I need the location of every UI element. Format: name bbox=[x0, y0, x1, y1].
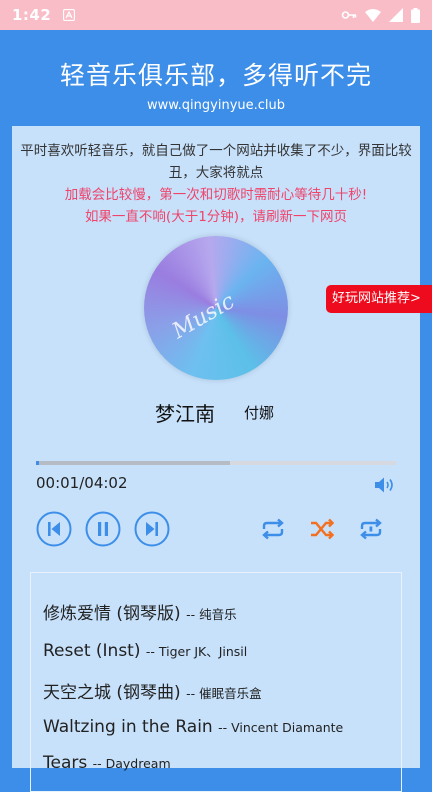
time-display: 00:01/04:02 bbox=[36, 474, 128, 492]
repeat-all-icon[interactable] bbox=[255, 511, 291, 547]
progress-buffered bbox=[36, 461, 231, 465]
next-button[interactable] bbox=[134, 511, 170, 547]
progress-bar[interactable] bbox=[36, 461, 396, 465]
status-bar: 1:42 bbox=[0, 0, 432, 30]
promo-button[interactable]: 好玩网站推荐> bbox=[326, 285, 432, 313]
notice-line-loading: 加载会比较慢，第一次和切歌时需耐心等待几十秒! bbox=[64, 187, 368, 203]
cell-signal-icon bbox=[389, 8, 403, 22]
playlist-item-artist: -- 催眠音乐盒 bbox=[186, 686, 262, 701]
shuffle-icon[interactable] bbox=[304, 511, 340, 547]
playlist-item-title: Tears bbox=[43, 753, 88, 773]
wifi-icon bbox=[365, 9, 381, 22]
playlist-item-artist: -- Tiger JK、Jinsil bbox=[145, 644, 248, 659]
playlist-item-artist: -- Daydream bbox=[92, 756, 171, 771]
playlist: 修炼爱情 (钢琴版) -- 纯音乐 Reset (Inst) -- Tiger … bbox=[30, 572, 402, 792]
progress-played bbox=[36, 461, 39, 465]
app-notification-icon bbox=[63, 9, 76, 21]
volume-icon[interactable] bbox=[374, 476, 396, 494]
playlist-item[interactable]: Reset (Inst) -- Tiger JK、Jinsil bbox=[43, 641, 247, 661]
playlist-item-artist: -- 纯音乐 bbox=[186, 607, 237, 622]
playlist-item[interactable]: Tears -- Daydream bbox=[43, 753, 171, 773]
playlist-item[interactable]: 天空之城 (钢琴曲) -- 催眠音乐盒 bbox=[43, 678, 262, 703]
notice-line-intro: 平时喜欢听轻音乐，就自己做了一个网站并收集了不少，界面比较丑，大家将就点 bbox=[20, 143, 412, 181]
cover-music-text: Music bbox=[168, 288, 240, 345]
status-time: 1:42 bbox=[12, 6, 52, 24]
site-title: 轻音乐俱乐部，多得听不完 bbox=[59, 61, 372, 90]
album-disc: Music bbox=[144, 236, 288, 380]
playlist-item-title: 修炼爱情 (钢琴版) bbox=[43, 604, 181, 624]
playlist-item[interactable]: 修炼爱情 (钢琴版) -- 纯音乐 bbox=[43, 599, 237, 624]
site-header: 轻音乐俱乐部，多得听不完 www.qingyinyue.club bbox=[0, 30, 432, 126]
notice-text: 平时喜欢听轻音乐，就自己做了一个网站并收集了不少，界面比较丑，大家将就点 加载会… bbox=[12, 140, 420, 228]
playlist-item-artist: -- Vincent Diamante bbox=[218, 720, 344, 735]
player-panel: 平时喜欢听轻音乐，就自己做了一个网站并收集了不少，界面比较丑，大家将就点 加载会… bbox=[12, 126, 420, 792]
vpn-key-icon bbox=[341, 11, 357, 19]
playlist-item[interactable]: Waltzing in the Rain -- Vincent Diamante bbox=[43, 717, 343, 737]
pause-button[interactable] bbox=[85, 511, 121, 547]
notice-line-refresh: 如果一直不响(大于1分钟)，请刷新一下网页 bbox=[84, 209, 348, 225]
playlist-item-title: Reset (Inst) bbox=[43, 641, 141, 661]
previous-button[interactable] bbox=[36, 511, 72, 547]
playlist-item-title: Waltzing in the Rain bbox=[43, 717, 213, 737]
playlist-item-title: 天空之城 (钢琴曲) bbox=[43, 683, 181, 703]
site-url: www.qingyinyue.club bbox=[146, 98, 286, 113]
repeat-one-icon[interactable] bbox=[353, 511, 389, 547]
song-artist: 付娜 bbox=[244, 404, 275, 422]
song-title: 梦江南 bbox=[155, 402, 215, 426]
battery-icon bbox=[411, 7, 420, 23]
